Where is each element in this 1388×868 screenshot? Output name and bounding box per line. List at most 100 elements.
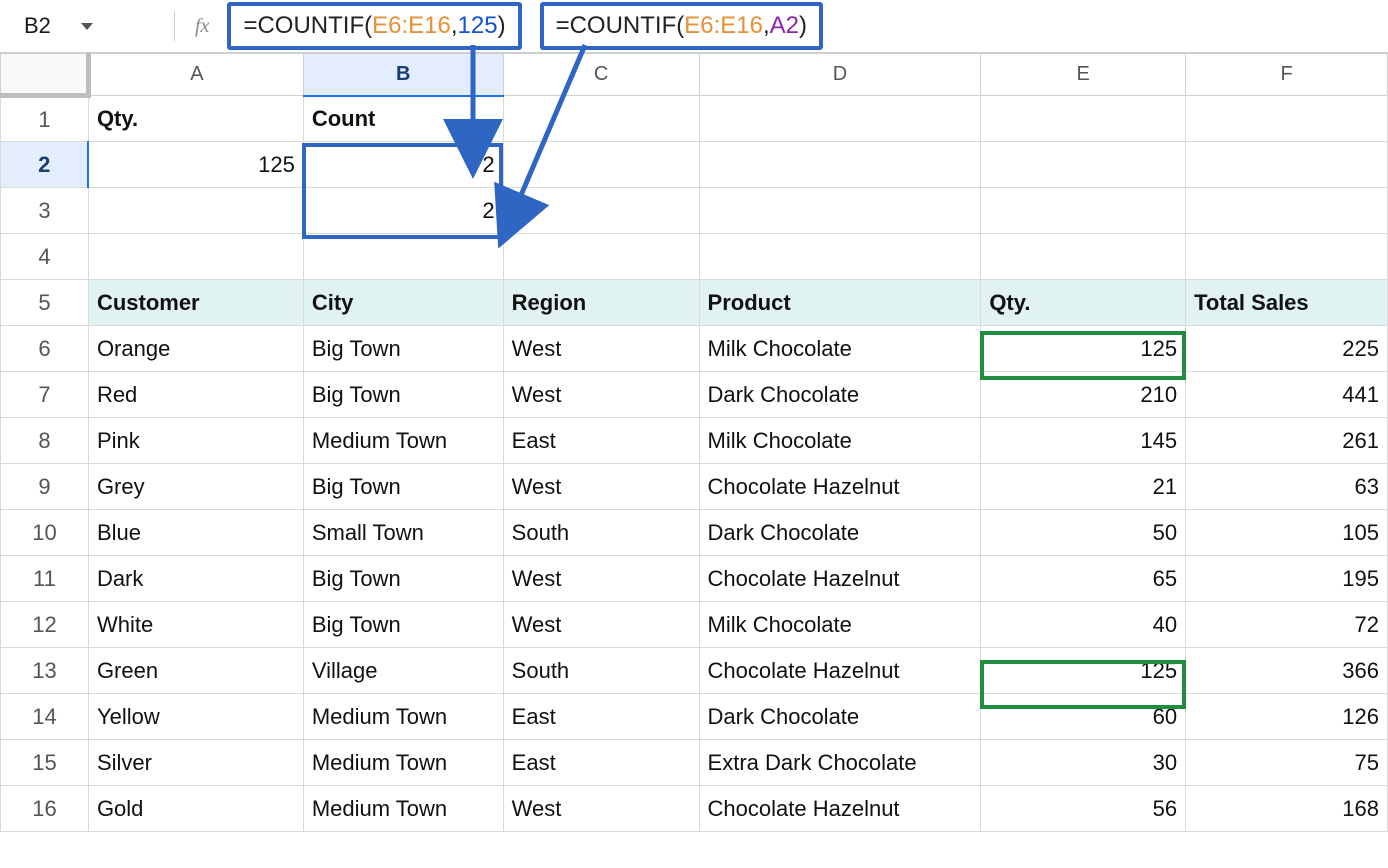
cell-C4[interactable] (503, 234, 699, 280)
row-header-7[interactable]: 7 (1, 372, 89, 418)
cell-E10[interactable]: 50 (981, 510, 1186, 556)
cell-E13[interactable]: 125 (981, 648, 1186, 694)
name-box-dropdown-icon[interactable] (81, 23, 93, 30)
grid[interactable]: A B C D E F 1 Qty. Count 2 125 2 3 (0, 53, 1388, 832)
cell-C7[interactable]: West (503, 372, 699, 418)
cell-C13[interactable]: South (503, 648, 699, 694)
cell-E6[interactable]: 125 (981, 326, 1186, 372)
cell-D8[interactable]: Milk Chocolate (699, 418, 981, 464)
row-header-10[interactable]: 10 (1, 510, 89, 556)
cell-E7[interactable]: 210 (981, 372, 1186, 418)
cell-C12[interactable]: West (503, 602, 699, 648)
cell-F12[interactable]: 72 (1186, 602, 1388, 648)
cell-B15[interactable]: Medium Town (303, 740, 503, 786)
cell-F2[interactable] (1186, 142, 1388, 188)
cell-B11[interactable]: Big Town (303, 556, 503, 602)
cell-A15[interactable]: Silver (88, 740, 303, 786)
row-header-4[interactable]: 4 (1, 234, 89, 280)
cell-E1[interactable] (981, 96, 1186, 142)
cell-F1[interactable] (1186, 96, 1388, 142)
cell-D14[interactable]: Dark Chocolate (699, 694, 981, 740)
cell-A6[interactable]: Orange (88, 326, 303, 372)
row-header-16[interactable]: 16 (1, 786, 89, 832)
col-header-E[interactable]: E (981, 54, 1186, 96)
cell-F10[interactable]: 105 (1186, 510, 1388, 556)
cell-D6[interactable]: Milk Chocolate (699, 326, 981, 372)
cell-D16[interactable]: Chocolate Hazelnut (699, 786, 981, 832)
cell-F16[interactable]: 168 (1186, 786, 1388, 832)
cell-E4[interactable] (981, 234, 1186, 280)
cell-B1[interactable]: Count (303, 96, 503, 142)
cell-C3[interactable] (503, 188, 699, 234)
cell-A14[interactable]: Yellow (88, 694, 303, 740)
cell-F7[interactable]: 441 (1186, 372, 1388, 418)
row-header-8[interactable]: 8 (1, 418, 89, 464)
cell-A11[interactable]: Dark (88, 556, 303, 602)
cell-A5[interactable]: Customer (88, 280, 303, 326)
cell-F3[interactable] (1186, 188, 1388, 234)
cell-C2[interactable] (503, 142, 699, 188)
cell-D4[interactable] (699, 234, 981, 280)
cell-A1[interactable]: Qty. (88, 96, 303, 142)
cell-B14[interactable]: Medium Town (303, 694, 503, 740)
cell-D9[interactable]: Chocolate Hazelnut (699, 464, 981, 510)
cell-E5[interactable]: Qty. (981, 280, 1186, 326)
cell-F13[interactable]: 366 (1186, 648, 1388, 694)
cell-C15[interactable]: East (503, 740, 699, 786)
cell-E12[interactable]: 40 (981, 602, 1186, 648)
cell-E15[interactable]: 30 (981, 740, 1186, 786)
cell-D11[interactable]: Chocolate Hazelnut (699, 556, 981, 602)
cell-F9[interactable]: 63 (1186, 464, 1388, 510)
cell-E14[interactable]: 60 (981, 694, 1186, 740)
col-header-F[interactable]: F (1186, 54, 1388, 96)
row-header-12[interactable]: 12 (1, 602, 89, 648)
cell-D5[interactable]: Product (699, 280, 981, 326)
cell-A10[interactable]: Blue (88, 510, 303, 556)
cell-A16[interactable]: Gold (88, 786, 303, 832)
row-header-2[interactable]: 2 (1, 142, 89, 188)
cell-E3[interactable] (981, 188, 1186, 234)
row-header-5[interactable]: 5 (1, 280, 89, 326)
cell-E11[interactable]: 65 (981, 556, 1186, 602)
row-header-15[interactable]: 15 (1, 740, 89, 786)
row-header-6[interactable]: 6 (1, 326, 89, 372)
row-header-1[interactable]: 1 (1, 96, 89, 142)
cell-D2[interactable] (699, 142, 981, 188)
cell-F14[interactable]: 126 (1186, 694, 1388, 740)
row-header-3[interactable]: 3 (1, 188, 89, 234)
cell-F6[interactable]: 225 (1186, 326, 1388, 372)
cell-A7[interactable]: Red (88, 372, 303, 418)
cell-B7[interactable]: Big Town (303, 372, 503, 418)
cell-B6[interactable]: Big Town (303, 326, 503, 372)
cell-C6[interactable]: West (503, 326, 699, 372)
cell-B5[interactable]: City (303, 280, 503, 326)
cell-E8[interactable]: 145 (981, 418, 1186, 464)
cell-A2[interactable]: 125 (88, 142, 303, 188)
cell-B4[interactable] (303, 234, 503, 280)
cell-C11[interactable]: West (503, 556, 699, 602)
row-header-14[interactable]: 14 (1, 694, 89, 740)
cell-A8[interactable]: Pink (88, 418, 303, 464)
row-header-13[interactable]: 13 (1, 648, 89, 694)
select-all-corner[interactable] (1, 54, 89, 96)
cell-B10[interactable]: Small Town (303, 510, 503, 556)
cell-A12[interactable]: White (88, 602, 303, 648)
col-header-B[interactable]: B (303, 54, 503, 96)
cell-B13[interactable]: Village (303, 648, 503, 694)
cell-F11[interactable]: 195 (1186, 556, 1388, 602)
cell-D12[interactable]: Milk Chocolate (699, 602, 981, 648)
cell-C5[interactable]: Region (503, 280, 699, 326)
cell-B9[interactable]: Big Town (303, 464, 503, 510)
cell-B16[interactable]: Medium Town (303, 786, 503, 832)
cell-B3[interactable]: 2 (303, 188, 503, 234)
name-box[interactable]: B2 (18, 8, 154, 44)
cell-B2[interactable]: 2 (303, 142, 503, 188)
cell-D10[interactable]: Dark Chocolate (699, 510, 981, 556)
cell-C8[interactable]: East (503, 418, 699, 464)
cell-B12[interactable]: Big Town (303, 602, 503, 648)
cell-A3[interactable] (88, 188, 303, 234)
cell-C10[interactable]: South (503, 510, 699, 556)
cell-A4[interactable] (88, 234, 303, 280)
cell-C9[interactable]: West (503, 464, 699, 510)
cell-E9[interactable]: 21 (981, 464, 1186, 510)
